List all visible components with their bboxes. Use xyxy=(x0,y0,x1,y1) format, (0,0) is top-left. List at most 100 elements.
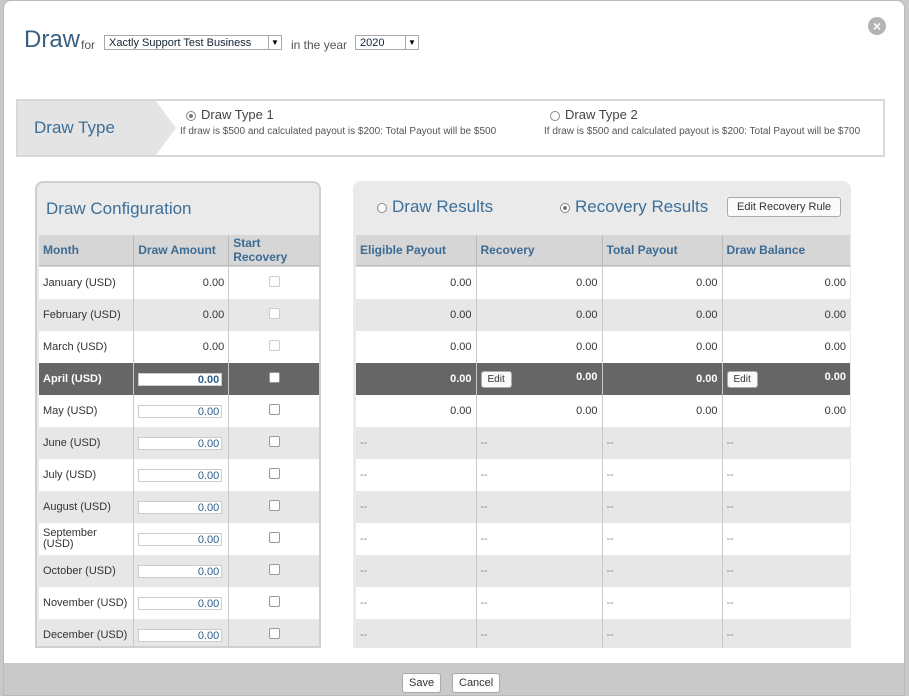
save-button[interactable]: Save xyxy=(402,673,442,693)
draw-amount-input[interactable]: 0.00 xyxy=(138,372,223,386)
draw-type-1-desc: If draw is $500 and calculated payout is… xyxy=(180,126,497,137)
result-value: 0.00 xyxy=(576,405,598,417)
results-table: Eligible Payout Recovery Total Payout Dr… xyxy=(356,235,850,648)
month-cell: April (USD) xyxy=(39,363,135,395)
table-row: -- -- -- -- xyxy=(356,523,850,555)
draw-type-2-option[interactable]: Draw Type 2 xyxy=(550,107,638,122)
start-recovery-checkbox[interactable] xyxy=(269,372,281,383)
result-value: -- xyxy=(480,469,488,481)
draw-amount-value: 0.00 xyxy=(202,277,225,289)
table-row: November (USD) 0.00 xyxy=(39,587,319,619)
chevron-down-icon: ▼ xyxy=(268,36,281,49)
result-value: -- xyxy=(360,533,368,545)
draw-amount-input[interactable]: 0.00 xyxy=(138,436,223,450)
result-value: 0.00 xyxy=(824,370,846,383)
year-select-value: 2020 xyxy=(360,37,385,49)
table-row: January (USD) 0.00 xyxy=(39,267,319,299)
result-value: 0.00 xyxy=(576,370,598,383)
draw-type-bar: Draw Type Draw Type 1 If draw is $500 an… xyxy=(16,99,885,157)
result-value: 0.00 xyxy=(450,405,472,417)
start-recovery-checkbox[interactable] xyxy=(269,532,281,543)
start-recovery-checkbox[interactable] xyxy=(269,404,281,415)
tab-draw-results[interactable]: Draw Results xyxy=(377,197,493,217)
draw-amount-input[interactable]: 0.00 xyxy=(138,468,223,482)
draw-amount-value: 0.00 xyxy=(202,341,225,353)
draw-configuration-title: Draw Configuration xyxy=(46,199,192,218)
table-row: 0.00 0.00 0.00 0.00 xyxy=(356,331,850,363)
radio-icon[interactable] xyxy=(377,202,387,213)
draw-configuration-panel: Draw Configuration Month Draw Amount Sta… xyxy=(35,181,321,648)
for-label: for xyxy=(81,38,96,52)
table-row: July (USD) 0.00 xyxy=(39,459,319,491)
month-cell: June (USD) xyxy=(39,427,135,459)
draw-type-2-desc: If draw is $500 and calculated payout is… xyxy=(544,126,861,137)
result-value: -- xyxy=(606,565,614,577)
result-value: -- xyxy=(726,533,734,545)
result-value: -- xyxy=(480,501,488,513)
result-value: -- xyxy=(480,437,488,449)
result-value: 0.00 xyxy=(576,277,598,289)
result-value: -- xyxy=(606,469,614,481)
table-row: October (USD) 0.00 xyxy=(39,555,319,587)
table-row: -- -- -- -- xyxy=(356,555,850,587)
draw-amount-input[interactable]: 0.00 xyxy=(138,628,223,642)
table-row: September (USD) 0.00 xyxy=(39,523,319,555)
draw-amount-input[interactable]: 0.00 xyxy=(138,564,223,578)
business-select[interactable]: Xactly Support Test Business ▼ xyxy=(104,35,282,50)
start-recovery-checkbox[interactable] xyxy=(269,468,281,479)
col-recovery: Recovery xyxy=(476,235,603,266)
table-row: 0.00 0.00 0.00 0.00 xyxy=(356,395,850,427)
result-value: -- xyxy=(726,437,734,449)
result-value: -- xyxy=(360,597,368,609)
table-row: April (USD) 0.00 xyxy=(39,363,319,395)
draw-amount-input[interactable]: 0.00 xyxy=(138,404,223,418)
result-value: -- xyxy=(726,629,734,641)
close-icon[interactable]: × xyxy=(868,17,886,35)
draw-type-1-option[interactable]: Draw Type 1 xyxy=(186,107,274,122)
table-row: December (USD) 0.00 xyxy=(39,619,319,646)
tab-recovery-results-label: Recovery Results xyxy=(575,197,709,216)
result-value: -- xyxy=(726,597,734,609)
result-value: -- xyxy=(360,469,368,481)
edit-button[interactable]: Edit xyxy=(726,370,758,388)
radio-icon[interactable] xyxy=(550,110,560,121)
radio-icon[interactable] xyxy=(560,202,570,213)
chevron-down-icon: ▼ xyxy=(405,36,418,49)
table-row: August (USD) 0.00 xyxy=(39,491,319,523)
year-select[interactable]: 2020 ▼ xyxy=(355,35,419,50)
table-row: 0.00 Edit 0.00 0.00 Edit 0.00 xyxy=(356,363,850,395)
result-value: 0.00 xyxy=(824,405,846,417)
month-cell: March (USD) xyxy=(39,331,135,363)
edit-button[interactable]: Edit xyxy=(480,370,512,388)
result-value: -- xyxy=(606,501,614,513)
draw-amount-input[interactable]: 0.00 xyxy=(138,596,223,610)
result-value: -- xyxy=(480,565,488,577)
tab-draw-results-label: Draw Results xyxy=(392,197,494,216)
month-cell: July (USD) xyxy=(39,459,135,491)
result-value: -- xyxy=(480,629,488,641)
table-row: -- -- -- -- xyxy=(356,459,850,491)
result-value: 0.00 xyxy=(576,309,598,321)
result-value: 0.00 xyxy=(696,309,718,321)
start-recovery-checkbox[interactable] xyxy=(269,500,281,511)
tab-recovery-results[interactable]: Recovery Results xyxy=(560,197,708,217)
start-recovery-checkbox[interactable] xyxy=(269,436,281,447)
start-recovery-checkbox xyxy=(269,308,281,319)
start-recovery-checkbox[interactable] xyxy=(269,564,281,575)
draw-amount-value: 0.00 xyxy=(202,309,225,321)
result-value: 0.00 xyxy=(450,309,472,321)
month-cell: September (USD) xyxy=(39,523,135,555)
result-value: 0.00 xyxy=(824,341,846,353)
start-recovery-checkbox[interactable] xyxy=(269,628,281,639)
result-value: 0.00 xyxy=(450,373,472,385)
draw-type-heading: Draw Type xyxy=(18,101,176,155)
month-cell: November (USD) xyxy=(39,587,135,619)
draw-amount-input[interactable]: 0.00 xyxy=(138,532,223,546)
cancel-button[interactable]: Cancel xyxy=(452,673,501,693)
result-value: -- xyxy=(726,469,734,481)
draw-amount-input[interactable]: 0.00 xyxy=(138,500,223,514)
start-recovery-checkbox[interactable] xyxy=(269,596,281,607)
radio-icon[interactable] xyxy=(186,110,196,121)
edit-recovery-rule-button[interactable]: Edit Recovery Rule xyxy=(727,197,842,217)
month-cell: May (USD) xyxy=(39,395,135,427)
